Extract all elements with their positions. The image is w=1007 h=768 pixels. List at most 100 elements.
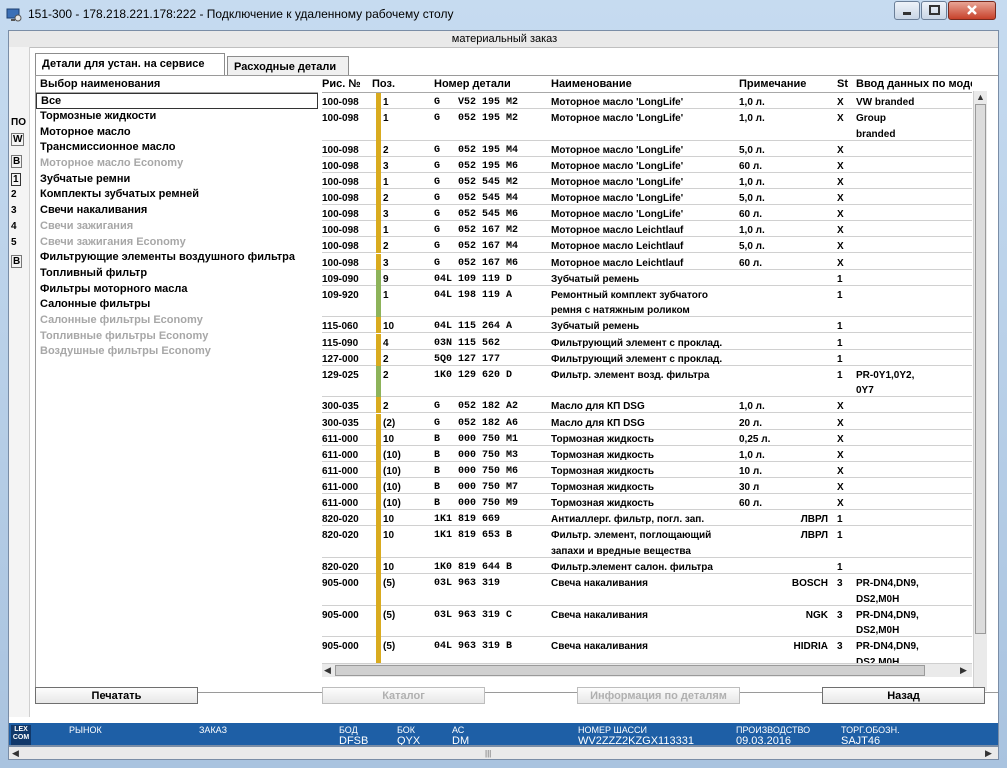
bok-label: БОК [397,725,416,735]
maximize-button[interactable] [921,1,947,20]
scroll-right-icon[interactable]: ▶ [960,664,967,677]
column-header-part-number[interactable]: Номер детали [434,76,511,92]
column-header-name[interactable]: Наименование [551,76,632,92]
category-item[interactable]: Моторное масло Economy [36,156,318,172]
market-label: РЫНОК [69,725,102,735]
table-row[interactable]: 820-020 10 1K1 819 653 B Фильтр. элемент, п… [322,526,972,558]
scroll-grip-icon[interactable]: ||| [485,749,491,758]
category-item[interactable]: Топливный фильтр [36,266,318,282]
table-row[interactable]: 109-090 9 04L 109 119 D Зубчатый ремень 1 [322,269,972,286]
cell-part-number: 04L 963 319 B [434,641,513,653]
table-row[interactable]: 100-098 1 G V52 195 M2 Моторное масло 'Long… [322,93,972,110]
column-header-note[interactable]: Примечание [739,76,806,92]
table-row[interactable]: 611-000 (10) B 000 750 M7 Тормозная жидкост… [322,477,972,494]
scroll-left-icon[interactable]: ◀ [324,664,331,677]
horizontal-scrollbar[interactable]: ◀ ▶ [322,663,972,677]
cell-st: 3 [837,609,843,621]
vertical-scrollbar[interactable]: ▲ [973,91,987,691]
category-item[interactable]: Все [36,93,318,109]
gutter-item[interactable]: 3 [11,205,17,216]
gutter-button[interactable]: В [11,255,23,268]
table-row[interactable]: 100-098 3 G 052 195 M6 Моторное масло 'Long… [322,156,972,173]
category-item[interactable]: Фильтрующие элементы воздушного фильтра [36,250,318,266]
category-item[interactable]: Зубчатые ремни [36,172,318,188]
back-button[interactable]: Назад [822,687,985,704]
row-status-bar [376,349,381,366]
category-item[interactable]: Моторное масло [36,125,318,141]
table-row[interactable]: 115-090 4 03N 115 562 Фильтрующий элемент с… [322,333,972,350]
gutter-item[interactable]: 2 [11,189,17,200]
table-row[interactable]: 611-000 (10) B 000 750 M6 Тормозная жидкост… [322,461,972,478]
category-item[interactable]: Тормозные жидкости [36,109,318,125]
table-row[interactable]: 300-035 2 G 052 182 A2 Масло для КП DSG 1,0 … [322,397,972,414]
category-item[interactable]: Фильтры моторного масла [36,282,318,298]
rdp-horizontal-scrollbar[interactable]: ◀ ||| ▶ [8,746,999,760]
row-status-bar [376,477,381,494]
gutter-item[interactable]: 1 [11,173,21,186]
table-row[interactable]: 820-020 10 1K1 819 669 Антиаллерг. фильтр, … [322,510,972,527]
print-button[interactable]: Печатать [35,687,198,704]
horizontal-scroll-thumb[interactable] [335,665,925,676]
parts-table: Рис. № Поз. Номер детали Наименование Пр… [322,76,972,691]
table-row[interactable]: 127-000 2 5Q0 127 177 Фильтрующий элемент с… [322,349,972,366]
row-status-bar [376,461,381,478]
row-status-bar [376,221,381,238]
table-row[interactable]: 300-035 (2) G 052 182 A6 Масло для КП DSG 20… [322,413,972,430]
category-item[interactable]: Трансмиссионное масло [36,140,318,156]
category-item[interactable]: Свечи зажигания Economy [36,235,318,251]
scroll-up-icon[interactable]: ▲ [976,91,985,104]
title-bar[interactable]: 151-300 - 178.218.221.178:222 - Подключе… [0,0,1007,30]
catalog-button[interactable]: Каталог [322,687,485,704]
table-row[interactable]: 820-020 10 1K0 819 644 B Фильтр.элемент сал… [322,557,972,574]
column-header-model-data[interactable]: Ввод данных по моде [856,76,972,92]
part-info-button[interactable]: Информация по деталям [577,687,740,704]
category-item[interactable]: Воздушные фильтры Economy [36,344,318,360]
gutter-item[interactable]: 4 [11,221,17,232]
table-row[interactable]: 100-098 1 G 052 545 M2 Моторное масло 'Long… [322,173,972,190]
cell-name: Свеча накаливания [551,578,648,589]
column-header-fig[interactable]: Рис. № [322,76,361,92]
tab-service-parts[interactable]: Детали для устан. на сервисе [35,53,225,75]
table-row[interactable]: 100-098 1 G 052 195 M2 Моторное масло 'Long… [322,109,972,141]
category-item[interactable]: Топливные фильтры Economy [36,329,318,345]
status-bar: LEX COM РЫНОК ЗАКАЗ БОД DFSB БОК QYX АС … [9,723,998,745]
close-button[interactable] [948,1,996,20]
table-row[interactable]: 905-000 (5) 03L 963 319 C Свеча накаливания… [322,605,972,638]
category-item[interactable]: Свечи накаливания [36,203,318,219]
table-row[interactable]: 100-098 1 G 052 167 M2 Моторное масло Leich… [322,221,972,238]
row-status-bar [376,189,381,206]
gutter-label: ПО [11,117,26,128]
category-item[interactable]: Свечи зажигания [36,219,318,235]
column-header-pos[interactable]: Поз. [372,76,395,92]
table-row[interactable]: 905-000 (5) 03L 963 319 Свеча накаливания BO… [322,574,972,606]
scroll-left-icon[interactable]: ◀ [12,747,19,760]
table-row[interactable]: 611-000 10 B 000 750 M1 Тормозная жидкость 0… [322,429,972,446]
table-row[interactable]: 611-000 (10) B 000 750 M9 Тормозная жидкост… [322,494,972,511]
table-row[interactable]: 115-060 10 04L 115 264 A Зубчатый ремень 1 [322,317,972,334]
table-row[interactable]: 100-098 2 G 052 545 M4 Моторное масло 'Long… [322,189,972,206]
row-status-bar [376,109,381,141]
table-row[interactable]: 109-920 1 04L 198 119 A Ремонтный комплект … [322,285,972,318]
cell-pos: (5) [383,578,396,589]
category-list-header: Выбор наименования [36,76,318,93]
gutter-button[interactable]: В [11,155,23,168]
category-item[interactable]: Салонные фильтры [36,297,318,313]
vertical-scroll-thumb[interactable] [975,104,986,634]
row-status-bar [376,413,381,430]
tab-consumables[interactable]: Расходные детали [227,56,349,76]
table-row[interactable]: 611-000 (10) B 000 750 M3 Тормозная жидкост… [322,445,972,462]
table-row[interactable]: 100-098 3 G 052 167 M6 Моторное масло Leich… [322,253,972,270]
table-row[interactable]: 100-098 2 G 052 195 M4 Моторное масло 'Long… [322,140,972,157]
table-row[interactable]: 129-025 2 1K0 129 620 D Фильтр. элемент воз… [322,365,972,398]
category-item[interactable]: Комплекты зубчатых ремней [36,187,318,203]
minimize-button[interactable] [894,1,920,20]
scroll-right-icon[interactable]: ▶ [985,747,992,760]
gutter-item[interactable]: 5 [11,237,17,248]
table-row[interactable]: 100-098 3 G 052 545 M6 Моторное масло 'Long… [322,205,972,222]
column-header-st[interactable]: St [837,76,848,92]
category-item[interactable]: Салонные фильтры Economy [36,313,318,329]
rdp-window: 151-300 - 178.218.221.178:222 - Подключе… [0,0,1007,768]
window-title: 151-300 - 178.218.221.178:222 - Подключе… [28,7,454,21]
gutter-field[interactable]: W [11,133,25,146]
table-row[interactable]: 100-098 2 G 052 167 M4 Моторное масло Leich… [322,237,972,254]
